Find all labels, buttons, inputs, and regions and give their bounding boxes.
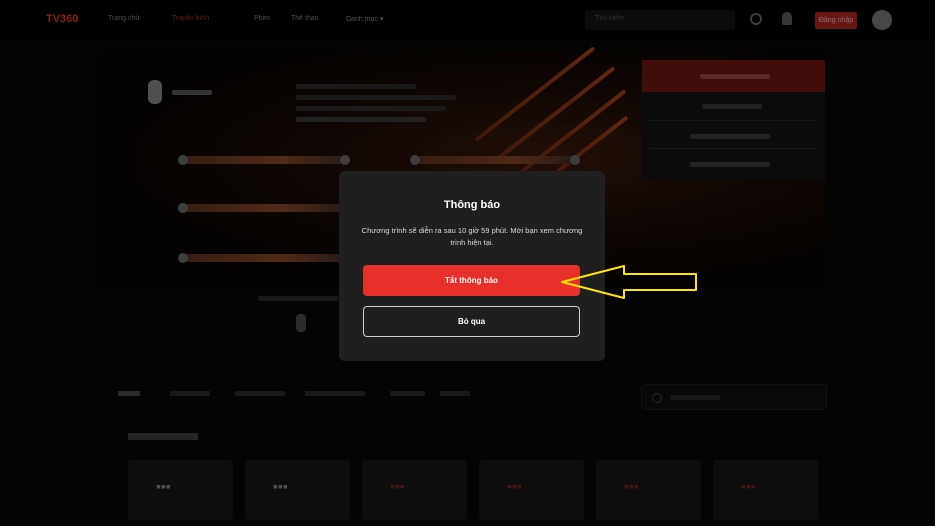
annotation-arrow-icon — [561, 265, 697, 299]
dialog-title: Thông báo — [443, 199, 501, 211]
skip-button[interactable]: Bỏ qua — [363, 306, 580, 337]
turn-off-notification-button[interactable]: Tắt thông báo — [363, 265, 580, 296]
dialog-message: Chương trình sẽ diễn ra sau 10 giờ 59 ph… — [361, 226, 583, 247]
app-page: TV360 Trang chủ Truyền hình Phim Thể tha… — [0, 0, 935, 526]
